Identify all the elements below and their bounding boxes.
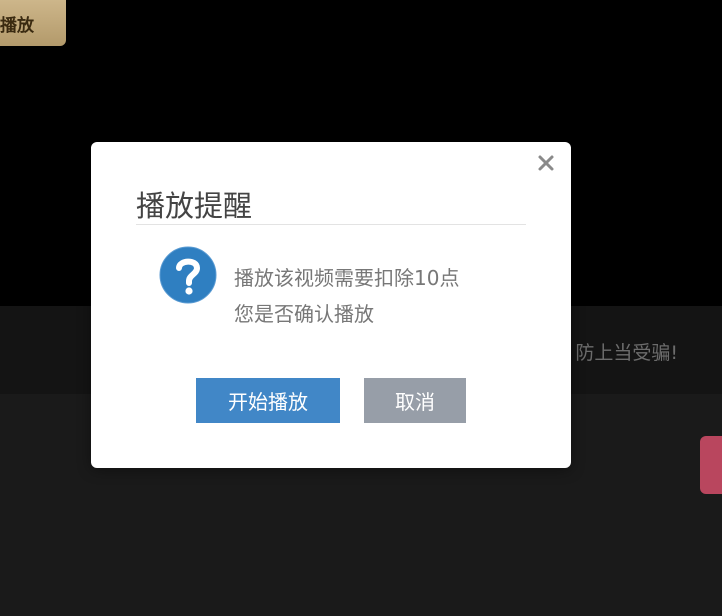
play-reminder-dialog: 播放提醒 播放该视频需要扣除10点 您是否确认播放 开始播放 取消 [91,142,571,468]
question-icon [159,246,217,304]
close-button[interactable] [537,154,555,172]
cancel-button[interactable]: 取消 [364,378,466,423]
dialog-message-line1: 播放该视频需要扣除10点 [234,266,460,290]
dialog-title: 播放提醒 [136,188,526,225]
page: 播放 防上当受骗! 播放提醒 播放该视频需要扣除10点 您是否确认播放 开始播放… [0,0,722,616]
close-icon [538,155,554,171]
dialog-message-line2: 您是否确认播放 [234,302,374,326]
start-play-button[interactable]: 开始播放 [196,378,340,423]
